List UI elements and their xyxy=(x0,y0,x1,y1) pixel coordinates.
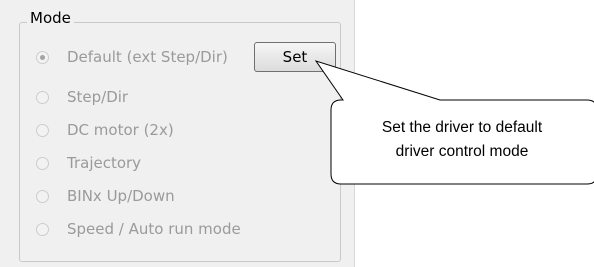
radio-label: Step/Dir xyxy=(67,88,129,106)
callout-line-1: Set the driver to default xyxy=(381,119,543,136)
radio-default-ext-step-dir[interactable]: Default (ext Step/Dir) xyxy=(36,46,228,68)
radio-label: Speed / Auto run mode xyxy=(67,220,241,238)
radio-trajectory[interactable]: Trajectory xyxy=(36,152,141,174)
radio-button[interactable] xyxy=(36,222,49,236)
radio-button[interactable] xyxy=(36,156,49,170)
radio-button[interactable] xyxy=(36,90,49,104)
radio-label: DC motor (2x) xyxy=(67,121,174,139)
radio-button[interactable] xyxy=(36,189,49,203)
radio-step-dir[interactable]: Step/Dir xyxy=(36,86,128,108)
mode-panel: Mode Default (ext Step/Dir) Step/Dir DC … xyxy=(0,0,355,267)
radio-binx-up-down[interactable]: BINx Up/Down xyxy=(36,185,175,207)
radio-button[interactable] xyxy=(36,123,49,137)
radio-label: Default (ext Step/Dir) xyxy=(67,48,228,66)
callout-text: Set the driver to default driver control… xyxy=(322,116,594,164)
radio-button-selected[interactable] xyxy=(36,50,49,64)
radio-label: Trajectory xyxy=(67,154,142,172)
callout-line-2: driver control mode xyxy=(395,143,529,160)
set-button[interactable]: Set xyxy=(254,42,336,72)
mode-group-title: Mode xyxy=(27,8,74,28)
radio-dc-motor[interactable]: DC motor (2x) xyxy=(36,119,174,141)
radio-speed-auto-run-mode[interactable]: Speed / Auto run mode xyxy=(36,218,241,240)
radio-label: BINx Up/Down xyxy=(67,187,175,205)
